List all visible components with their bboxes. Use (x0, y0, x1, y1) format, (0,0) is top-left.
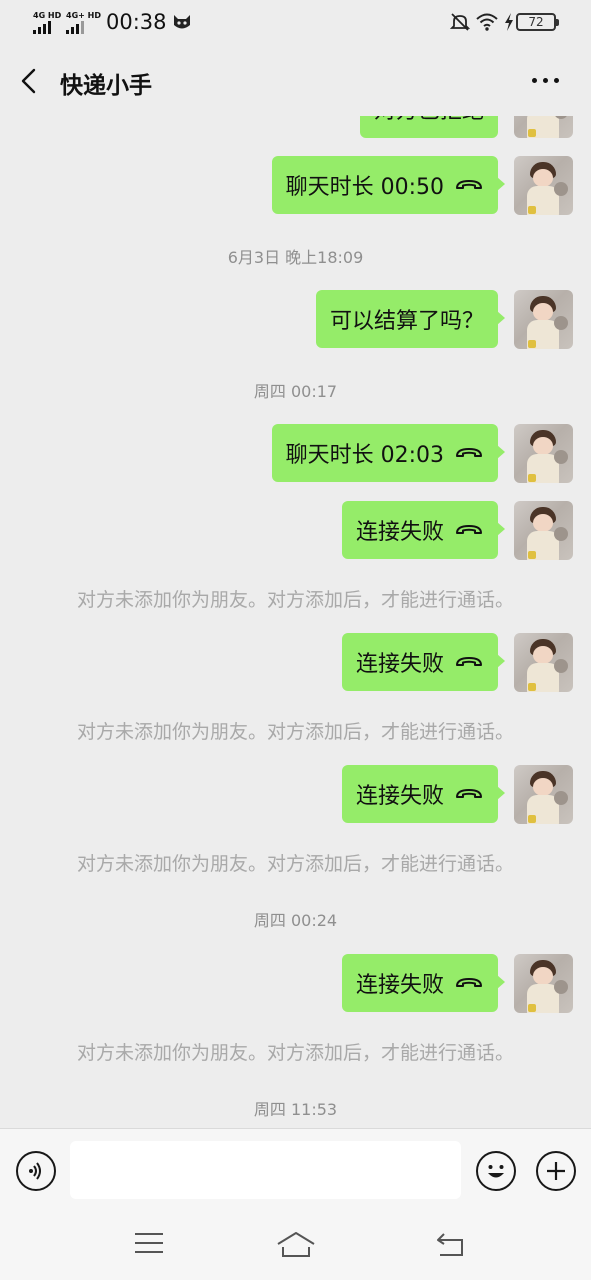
message-text: 连接失败 (355, 973, 444, 998)
phone-hangup-icon (456, 448, 482, 457)
status-bar: 4G HD 4G+ HD 00:38 72 (0, 0, 591, 46)
call-record-bubble[interactable]: 聊天时长 00:50 (271, 156, 506, 214)
network-label-2: 4G+ HD (66, 11, 101, 20)
charging-icon (505, 13, 513, 31)
system-notice: 对方未添加你为朋友。对方添加后，才能进行通话。 (76, 721, 514, 743)
call-record-bubble[interactable]: 连接失败 (341, 765, 506, 823)
timestamp: 6月3日 晚上18:09 (227, 248, 364, 267)
message-bubble[interactable]: 对方已拒绝 (359, 116, 498, 138)
avatar[interactable] (514, 954, 573, 1013)
message-text: 聊天时长 02:03 (285, 443, 444, 468)
chat-title: 快递小手 (60, 73, 152, 99)
phone-hangup-icon (456, 789, 482, 798)
phone-hangup-icon (456, 657, 482, 666)
avatar[interactable] (514, 765, 573, 824)
mute-bell-icon (450, 13, 470, 31)
message-text: 连接失败 (355, 652, 444, 677)
back-chevron-icon[interactable] (16, 66, 42, 96)
network-label-1: 4G HD (33, 11, 62, 20)
phone-hangup-icon (456, 978, 482, 987)
avatar[interactable] (514, 424, 573, 483)
wifi-icon (476, 13, 498, 31)
system-notice: 对方未添加你为朋友。对方添加后，才能进行通话。 (76, 589, 514, 611)
battery-icon: 72 (516, 13, 559, 31)
voice-icon[interactable] (16, 1151, 56, 1191)
system-navigation-bar (0, 1210, 591, 1280)
message-text: 连接失败 (355, 784, 444, 809)
system-notice: 对方未添加你为朋友。对方添加后，才能进行通话。 (76, 1042, 514, 1064)
avatar[interactable] (514, 501, 573, 560)
mascot-icon (174, 15, 190, 29)
avatar[interactable] (514, 156, 573, 215)
message-input[interactable] (70, 1141, 461, 1199)
emoji-icon[interactable] (476, 1151, 516, 1191)
message-text: 可以结算了吗？ (329, 309, 484, 334)
avatar[interactable] (514, 633, 573, 692)
avatar[interactable] (514, 116, 573, 138)
phone-hangup-icon (456, 180, 482, 189)
back-icon[interactable] (434, 1230, 466, 1258)
call-record-bubble[interactable]: 连接失败 (341, 633, 506, 691)
status-time: 00:38 (106, 10, 167, 34)
call-record-bubble[interactable]: 连接失败 (341, 501, 506, 559)
system-notice: 对方未添加你为朋友。对方添加后，才能进行通话。 (76, 853, 514, 875)
call-record-bubble[interactable]: 连接失败 (341, 954, 506, 1012)
home-icon[interactable] (276, 1230, 316, 1260)
message-text: 连接失败 (355, 520, 444, 545)
chat-header: 快递小手 (0, 46, 591, 116)
plus-icon[interactable] (536, 1151, 576, 1191)
timestamp: 周四 11:53 (253, 1100, 338, 1119)
chat-input-bar (0, 1128, 591, 1210)
message-text: 聊天时长 00:50 (285, 175, 444, 200)
call-record-bubble[interactable]: 聊天时长 02:03 (271, 424, 506, 482)
avatar[interactable] (514, 290, 573, 349)
timestamp: 周四 00:17 (253, 382, 338, 401)
message-list[interactable]: 对方已拒绝 聊天时长 00:50 6月3日 晚上18:09 可以结算了吗？ 周四… (0, 116, 591, 1128)
menu-icon[interactable] (134, 1230, 164, 1256)
more-options-icon[interactable] (532, 78, 559, 83)
timestamp: 周四 00:24 (253, 911, 338, 930)
message-text: 对方已拒绝 (374, 116, 484, 125)
phone-hangup-icon (456, 525, 482, 534)
message-bubble[interactable]: 可以结算了吗？ (315, 290, 506, 348)
